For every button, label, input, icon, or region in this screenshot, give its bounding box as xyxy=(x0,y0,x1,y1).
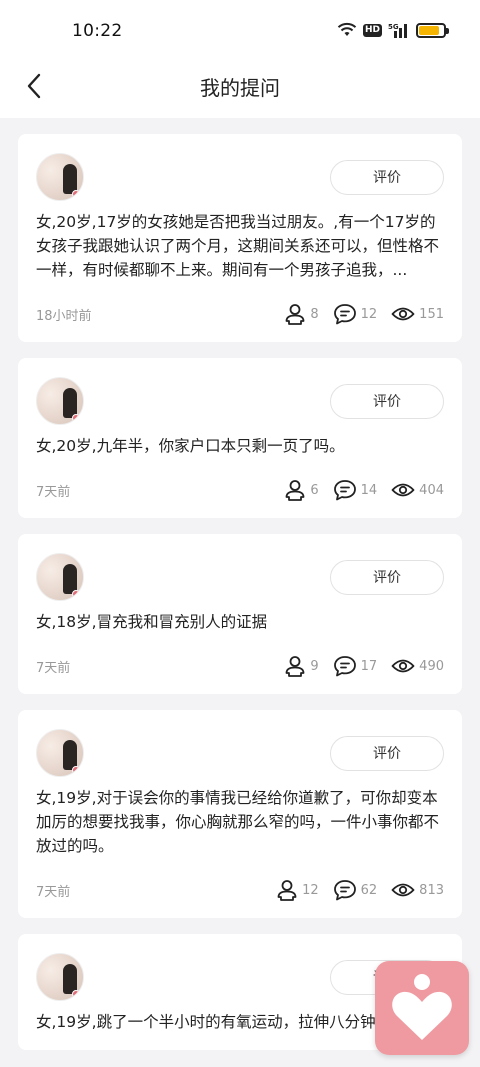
views-count: 813 xyxy=(419,882,444,898)
avatar[interactable] xyxy=(36,729,84,777)
comments-stat: 14 xyxy=(333,479,378,501)
person-icon xyxy=(285,480,305,501)
evaluate-button[interactable]: 评价 xyxy=(330,735,444,771)
heart-person-icon xyxy=(392,974,452,1040)
question-card[interactable]: 评价 女,20岁,九年半，你家户口本只剩一页了吗。 7天前 6 14 404 xyxy=(18,358,462,518)
person-icon xyxy=(285,656,305,677)
avatar[interactable] xyxy=(36,953,84,1001)
hd-icon: HD xyxy=(362,23,382,37)
evaluate-button[interactable]: 评价 xyxy=(330,383,444,419)
evaluate-button[interactable]: 评价 xyxy=(330,159,444,195)
heart-fab-button[interactable] xyxy=(375,961,469,1055)
time-ago: 18小时前 xyxy=(36,308,92,324)
network-type-label: 5G xyxy=(388,23,399,31)
likes-stat: 8 xyxy=(284,303,319,325)
avatar[interactable] xyxy=(36,553,84,601)
comment-icon xyxy=(333,880,356,901)
likes-stat: 6 xyxy=(284,479,319,501)
comments-stat: 17 xyxy=(333,655,378,677)
comments-count: 14 xyxy=(360,482,378,498)
question-card[interactable]: 评价 女,19岁,对于误会你的事情我已经给你道歉了，可你却变本加厉的想要找我事，… xyxy=(18,710,462,918)
eye-icon xyxy=(391,307,415,321)
likes-count: 6 xyxy=(310,482,319,498)
battery-icon xyxy=(416,22,449,38)
page-title: 我的提问 xyxy=(200,76,280,100)
views-count: 151 xyxy=(419,306,444,322)
status-time: 10:22 xyxy=(72,21,123,41)
views-count: 490 xyxy=(419,658,444,674)
question-card[interactable]: 评价 女,20岁,17岁的女孩她是否把我当过朋友。,有一个17岁的女孩子我跟她认… xyxy=(18,134,462,342)
question-list: 评价 女,20岁,17岁的女孩她是否把我当过朋友。,有一个17岁的女孩子我跟她认… xyxy=(18,134,462,1066)
eye-icon xyxy=(391,483,415,497)
views-stat: 404 xyxy=(391,481,444,499)
comment-icon xyxy=(333,656,356,677)
signal-icon: 5G xyxy=(388,23,407,38)
evaluate-button[interactable]: 评价 xyxy=(330,559,444,595)
eye-icon xyxy=(391,659,415,673)
question-text[interactable]: 女,20岁,17岁的女孩她是否把我当过朋友。,有一个17岁的女孩子我跟她认识了两… xyxy=(36,210,444,282)
likes-stat: 12 xyxy=(276,879,319,901)
question-text[interactable]: 女,20岁,九年半，你家户口本只剩一页了吗。 xyxy=(36,434,444,458)
comments-count: 17 xyxy=(360,658,378,674)
comment-icon xyxy=(333,480,356,501)
comments-stat: 12 xyxy=(333,303,378,325)
likes-count: 9 xyxy=(310,658,319,674)
time-ago: 7天前 xyxy=(36,660,71,676)
question-text[interactable]: 女,18岁,冒充我和冒充别人的证据 xyxy=(36,610,444,634)
avatar[interactable] xyxy=(36,153,84,201)
question-card[interactable]: 评价 女,18岁,冒充我和冒充别人的证据 7天前 9 17 490 xyxy=(18,534,462,694)
likes-count: 12 xyxy=(302,882,319,898)
comments-count: 12 xyxy=(360,306,378,322)
views-stat: 151 xyxy=(391,305,444,323)
person-icon xyxy=(277,880,297,901)
views-stat: 813 xyxy=(391,881,444,899)
battery-level xyxy=(419,25,440,35)
nav-bar: 我的提问 xyxy=(0,62,480,118)
wifi-icon xyxy=(337,22,357,36)
likes-count: 8 xyxy=(310,306,319,322)
status-bar: 10:22 HD 5G xyxy=(0,0,480,62)
comments-stat: 62 xyxy=(333,879,378,901)
time-ago: 7天前 xyxy=(36,884,71,900)
person-icon xyxy=(285,304,305,325)
comment-icon xyxy=(333,304,356,325)
status-icons: HD 5G xyxy=(337,22,449,38)
likes-stat: 9 xyxy=(284,655,319,677)
time-ago: 7天前 xyxy=(36,484,71,500)
comments-count: 62 xyxy=(360,882,378,898)
views-count: 404 xyxy=(419,482,444,498)
eye-icon xyxy=(391,883,415,897)
question-text[interactable]: 女,19岁,对于误会你的事情我已经给你道歉了，可你却变本加厉的想要找我事，你心胸… xyxy=(36,786,444,858)
avatar[interactable] xyxy=(36,377,84,425)
views-stat: 490 xyxy=(391,657,444,675)
